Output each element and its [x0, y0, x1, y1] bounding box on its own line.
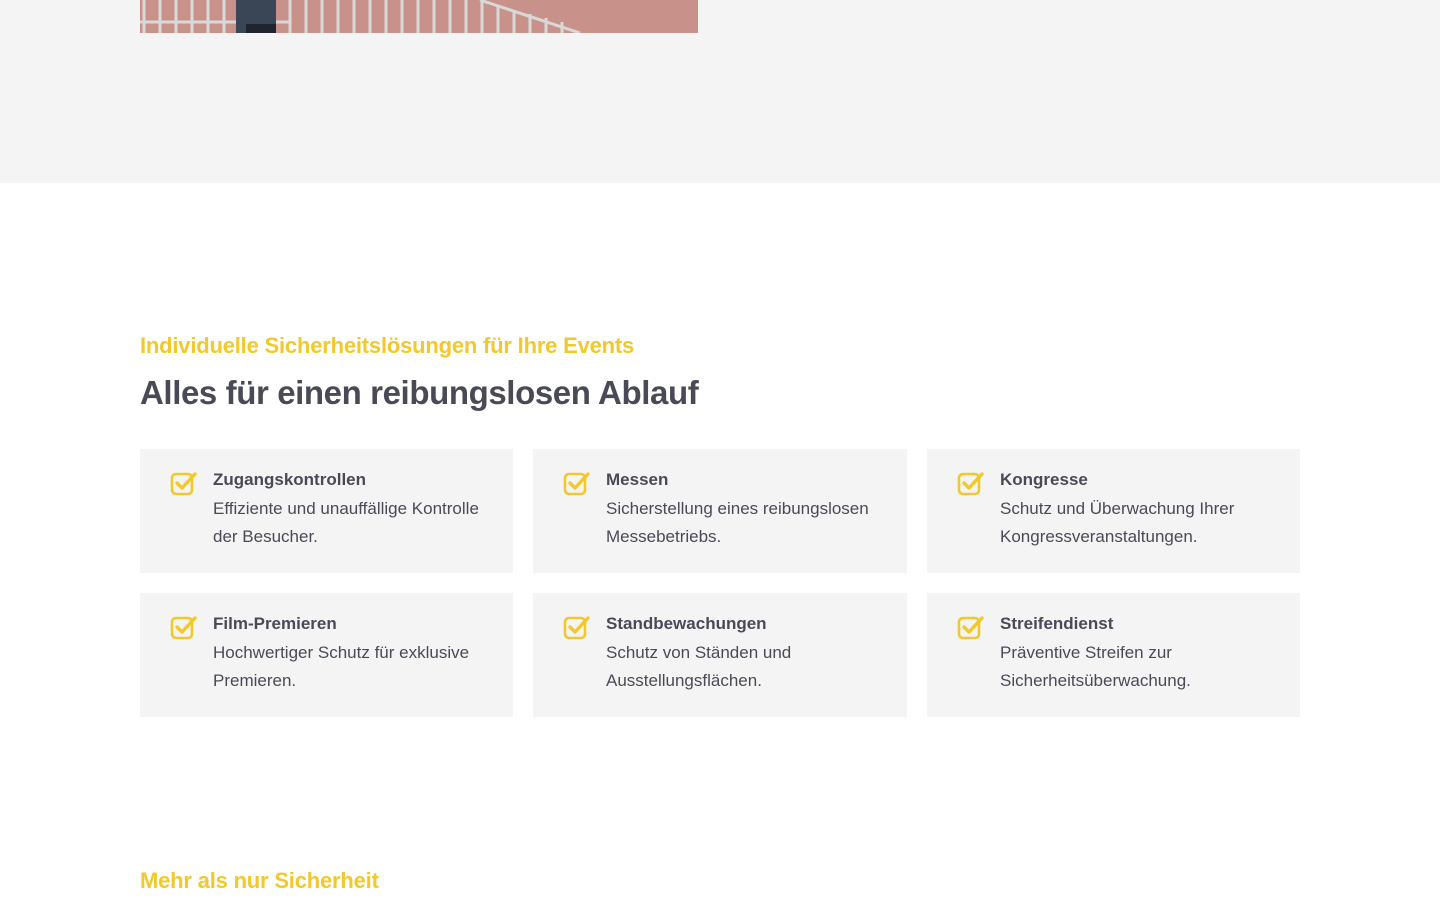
service-card-text: Schutz und Überwachung Ihrer Kongressver… [1000, 499, 1235, 546]
service-card-title: Messen [606, 470, 669, 489]
event-photo [140, 0, 698, 33]
service-card-text: Schutz von Ständen und Ausstellungsfläch… [606, 643, 792, 690]
service-card-messen: Messen Sicherstellung eines reibungslose… [533, 449, 907, 573]
service-card-text: Effiziente und unauffällige Kontrolle de… [213, 499, 479, 546]
service-card-text: Hochwertiger Schutz für exklusive Premie… [213, 643, 470, 690]
checkbox-check-icon [170, 472, 197, 496]
service-card-zugangskontrollen: Zugangskontrollen Effiziente und unauffä… [140, 449, 513, 573]
service-card-text: Präventive Streifen zur Sicherheitsüberw… [1000, 643, 1191, 690]
services-grid: Zugangskontrollen Effiziente und unauffä… [140, 449, 1300, 717]
service-card-kongresse: Kongresse Schutz und Überwachung Ihrer K… [927, 449, 1300, 573]
service-card-title: Streifendienst [1000, 614, 1114, 633]
next-section-eyebrow: Mehr als nur Sicherheit [140, 868, 379, 893]
services-heading: Alles für einen reibungslosen Ablauf [140, 374, 699, 411]
service-card-title: Standbewachungen [606, 614, 767, 633]
services-section: Individuelle Sicherheitslösungen für Ihr… [140, 330, 1300, 717]
service-card-title: Kongresse [1000, 470, 1088, 489]
service-card-text: Sicherstellung eines reibungslosen Messe… [606, 499, 869, 546]
checkbox-check-icon [957, 472, 984, 496]
service-card-standbewachungen: Standbewachungen Schutz von Ständen und … [533, 593, 907, 717]
event-photo-illustration [140, 0, 698, 33]
service-card-streifendienst: Streifendienst Präventive Streifen zur S… [927, 593, 1300, 717]
service-card-title: Zugangskontrollen [213, 470, 366, 489]
checkbox-check-icon [957, 616, 984, 640]
service-card-film-premieren: Film-Premieren Hochwertiger Schutz für e… [140, 593, 513, 717]
service-card-title: Film-Premieren [213, 614, 337, 633]
top-band [0, 0, 1440, 183]
checkbox-check-icon [563, 472, 590, 496]
checkbox-check-icon [170, 616, 197, 640]
checkbox-check-icon [563, 616, 590, 640]
services-eyebrow: Individuelle Sicherheitslösungen für Ihr… [140, 333, 635, 358]
